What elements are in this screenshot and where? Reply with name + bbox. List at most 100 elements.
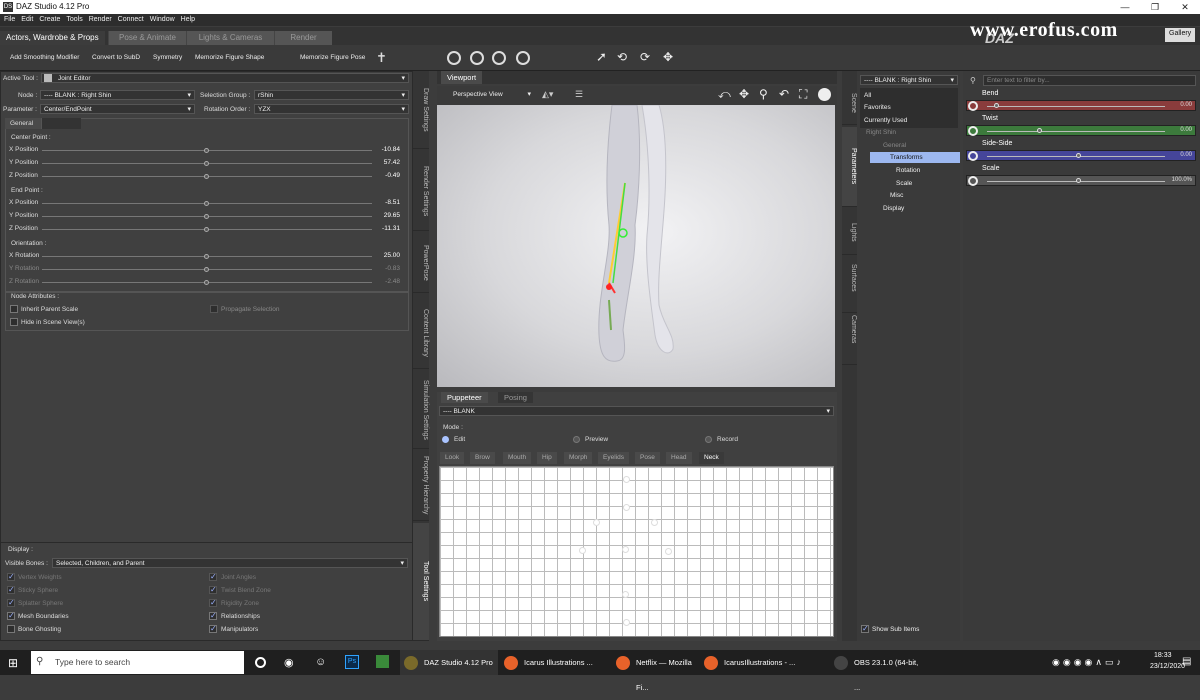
orient-slider-1[interactable] (42, 267, 372, 272)
tab-blank[interactable] (41, 118, 81, 129)
filter-input[interactable]: Enter text to filter by... (983, 75, 1196, 86)
reset-view-icon[interactable] (818, 88, 831, 101)
end-slider-0[interactable] (42, 201, 372, 206)
clock-time[interactable]: 18:33 (1154, 652, 1172, 659)
menu-window[interactable]: Window (150, 14, 175, 26)
task-view-icon[interactable] (255, 657, 266, 668)
mode-edit-radio[interactable] (442, 436, 449, 443)
group-tab-look[interactable]: Look (440, 452, 465, 464)
puppet-point[interactable] (622, 546, 629, 553)
tree-item-transforms[interactable]: Transforms (890, 154, 923, 161)
group-tab-hip[interactable]: Hip (537, 452, 557, 464)
slider-knob[interactable] (1076, 153, 1081, 158)
vtab-cameras[interactable]: Cameras (842, 295, 857, 365)
slider-knob[interactable] (204, 214, 209, 219)
slider-knob[interactable] (204, 254, 209, 259)
slider-knob[interactable] (204, 201, 209, 206)
vertex-weights-checkbox[interactable] (7, 572, 15, 581)
group-tab-neck[interactable]: Neck (699, 452, 724, 464)
hide-in-scene-checkbox[interactable] (10, 318, 18, 326)
bank-icon[interactable]: ↶ (779, 87, 789, 101)
puppet-point[interactable] (593, 519, 600, 526)
taskbar-app-2[interactable]: Netflix — Mozilla Fi... (612, 650, 698, 692)
vtab-content-library[interactable]: Content Library (413, 297, 429, 369)
orient-slider-0[interactable] (42, 254, 372, 259)
bone-ghosting-checkbox[interactable] (7, 625, 15, 633)
center-slider-2[interactable] (42, 174, 372, 179)
taskbar-app-3[interactable]: IcarusIllustrations - ... (700, 650, 824, 675)
notifications-icon[interactable]: ▤ (1182, 656, 1191, 667)
rotate-tool-icon[interactable]: ⟲ (617, 50, 627, 64)
slider-knob[interactable] (994, 103, 1000, 108)
dim-checkbox-3[interactable] (7, 598, 15, 607)
param-slider-3[interactable]: 100.0% (966, 175, 1196, 186)
discord-icon[interactable]: ☺ (315, 656, 326, 668)
frame-icon[interactable]: ⛶ (799, 87, 807, 102)
center-value-2[interactable]: -0.49 (360, 172, 400, 179)
vtab-parameters[interactable]: Parameters (842, 127, 857, 207)
center-slider-1[interactable] (42, 161, 372, 166)
rotation-order-select[interactable]: YZX (254, 104, 409, 114)
puppet-point[interactable] (623, 619, 630, 626)
center-slider-0[interactable] (42, 148, 372, 153)
tree-item-right-shin[interactable]: Right Shin (866, 129, 896, 136)
menu-edit[interactable]: Edit (21, 14, 33, 26)
group-tab-eyelids[interactable]: Eyelids (598, 452, 629, 464)
menu-help[interactable]: Help (181, 14, 195, 26)
maximize-button[interactable]: ❐ (1140, 0, 1170, 14)
convert-subd-button[interactable]: Convert to SubD (92, 54, 140, 61)
tab-general[interactable]: General (5, 118, 41, 129)
slider-knob[interactable] (204, 148, 209, 153)
group-tab-morph[interactable]: Morph (564, 452, 593, 464)
param-value-3[interactable]: 100.0% (1172, 177, 1192, 183)
tab-posing[interactable]: Posing (498, 392, 533, 403)
slider-knob[interactable] (204, 174, 209, 179)
relationships-checkbox[interactable] (209, 611, 217, 620)
draw-style-icon[interactable]: ◭▾ (542, 89, 553, 100)
puppet-point[interactable] (579, 547, 586, 554)
tab-lights-cameras[interactable]: Lights & Cameras (186, 31, 274, 45)
slider-knob[interactable] (204, 267, 209, 272)
end-slider-1[interactable] (42, 214, 372, 219)
dim-checkbox-1[interactable] (7, 585, 15, 594)
menu-render[interactable]: Render (89, 14, 112, 26)
center-value-0[interactable]: -10.84 (360, 146, 400, 153)
menu-connect[interactable]: Connect (118, 14, 144, 26)
center-value-1[interactable]: 57.42 (360, 159, 400, 166)
gallery-button[interactable]: Gallery (1165, 28, 1196, 42)
camera-select[interactable]: Perspective View (450, 90, 534, 100)
vtab-tool-settings[interactable]: Tool Settings (413, 523, 429, 641)
slider-knob[interactable] (204, 161, 209, 166)
param-value-2[interactable]: 0.00 (1180, 152, 1192, 158)
node-selection-icon[interactable] (470, 51, 484, 67)
symmetry-button[interactable]: Symmetry (153, 54, 182, 61)
taskbar-search-input[interactable]: Type here to search (31, 651, 244, 674)
close-button[interactable]: ✕ (1170, 0, 1200, 14)
puppet-point[interactable] (622, 591, 629, 598)
surface-icon[interactable] (516, 51, 530, 67)
tree-item-display[interactable]: Display (883, 205, 904, 212)
vtab-simulation-settings[interactable]: Simulation Settings (413, 371, 429, 449)
end-slider-2[interactable] (42, 227, 372, 232)
joint-editor-icon[interactable]: ✥ (663, 50, 673, 64)
menu-tools[interactable]: Tools (66, 14, 82, 26)
puppet-point[interactable] (623, 476, 630, 483)
orient-value-1[interactable]: -0.83 (360, 265, 400, 272)
puppeteer-grid[interactable] (439, 466, 834, 637)
inherit-parent-scale-checkbox[interactable] (10, 305, 18, 313)
zoom-icon[interactable]: ⚲ (759, 87, 768, 101)
group-tab-pose[interactable]: Pose (635, 452, 660, 464)
clock-date[interactable]: 23/12/2020 (1150, 663, 1185, 670)
puppet-point[interactable] (623, 504, 630, 511)
joint-angles-checkbox[interactable] (209, 572, 217, 581)
tab-render[interactable]: Render (274, 31, 332, 45)
orbit-icon[interactable]: ⤺ (718, 87, 731, 102)
param-value-0[interactable]: 0.00 (1180, 102, 1192, 108)
figure-pose-icon[interactable]: ✝ (376, 50, 387, 66)
orient-value-2[interactable]: -2.48 (360, 278, 400, 285)
tree-item-rotation[interactable]: Rotation (896, 167, 920, 174)
param-slider-2[interactable]: 0.00 (966, 150, 1196, 161)
selection-group-select[interactable]: rShin (254, 90, 409, 100)
pointer-icon[interactable]: ➚ (596, 49, 607, 65)
vtab-draw-settings[interactable]: Draw Settings (413, 71, 429, 149)
